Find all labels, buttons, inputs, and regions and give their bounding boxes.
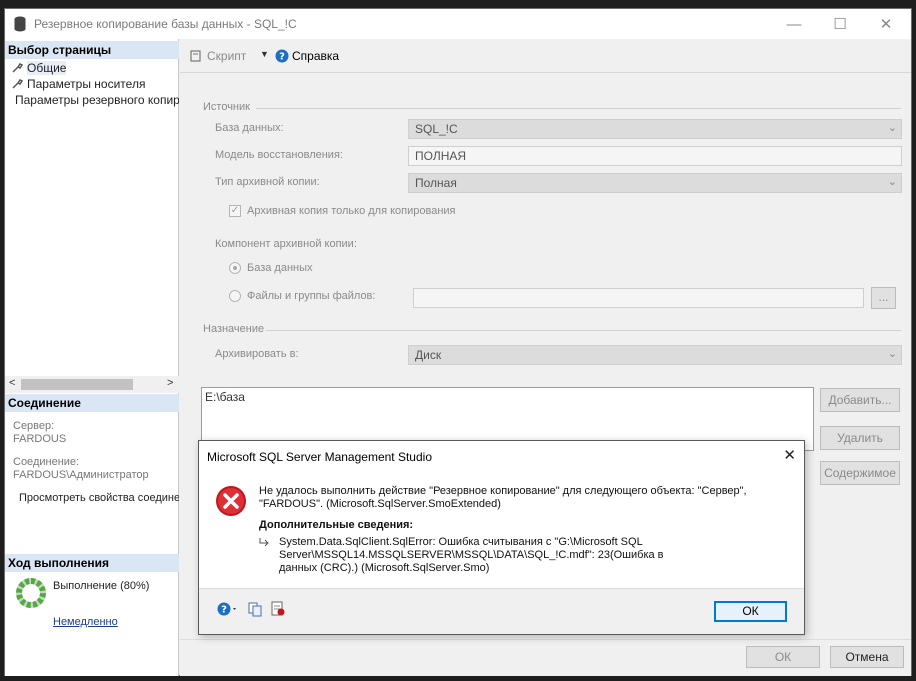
list-item[interactable]: E:\база: [205, 390, 810, 404]
cancel-button[interactable]: Отмена: [830, 646, 904, 668]
radio-database[interactable]: [229, 262, 241, 274]
backup-type-label: Тип архивной копии:: [215, 176, 320, 188]
backup-to-label: Архивировать в:: [215, 348, 299, 360]
svg-text:?: ?: [221, 605, 227, 616]
script-label: Скрипт: [207, 49, 247, 63]
source-group-label: Источник: [203, 101, 250, 113]
database-combo[interactable]: SQL_!C ⌄: [408, 119, 902, 139]
progress-spinner-icon: [16, 578, 46, 608]
left-panel: Выбор страницы Общие Параметры носителя …: [5, 39, 179, 676]
wrench-icon: [12, 63, 23, 73]
browse-files-button[interactable]: ...: [871, 287, 896, 309]
copy-icon[interactable]: [247, 601, 263, 617]
error-dialog: Microsoft SQL Server Management Studio ✕…: [198, 440, 805, 635]
scroll-right-icon[interactable]: >: [167, 377, 173, 389]
database-icon: [14, 16, 26, 32]
connection-header: Соединение: [5, 394, 179, 412]
maximize-button[interactable]: ☐: [817, 9, 863, 39]
connection-label: Соединение:: [13, 456, 80, 468]
backup-to-value: Диск: [415, 348, 442, 362]
server-value: FARDOUS: [13, 433, 67, 445]
additional-info-heading: Дополнительные сведения:: [259, 519, 414, 531]
progress-header: Ход выполнения: [5, 554, 179, 572]
database-value: SQL_!C: [415, 122, 458, 136]
radio-database-label: База данных: [247, 262, 313, 274]
scroll-thumb[interactable]: [21, 379, 133, 390]
error-dialog-title-bar: Microsoft SQL Server Management Studio ✕: [199, 441, 804, 471]
database-label: База данных:: [215, 122, 284, 134]
window-title: Резервное копирование базы данных - SQL_…: [34, 17, 297, 31]
progress-text: Выполнение (80%): [53, 580, 150, 592]
recovery-model-field[interactable]: ПОЛНАЯ: [408, 146, 902, 166]
error-detail: System.Data.SqlClient.SqlError: Ошибка с…: [279, 536, 664, 574]
view-connection-properties-label: Просмотреть свойства соединения: [19, 492, 179, 504]
destination-divider: [266, 330, 901, 331]
error-message: Не удалось выполнить действие "Резервное…: [259, 485, 747, 510]
error-dialog-body: Не удалось выполнить действие "Резервное…: [199, 471, 804, 589]
close-button[interactable]: ✕: [863, 9, 909, 39]
source-divider: [256, 108, 901, 109]
ok-button[interactable]: ОК: [746, 646, 820, 668]
title-bar: Резервное копирование базы данных - SQL_…: [5, 9, 911, 39]
pages-scrollbar[interactable]: < >: [5, 376, 179, 393]
copy-only-checkbox[interactable]: ✓: [229, 205, 241, 217]
files-field[interactable]: [413, 288, 864, 308]
toolbar: Скрипт ▼ ? Справка: [180, 39, 911, 73]
pages-header: Выбор страницы: [5, 41, 179, 59]
script-icon: [190, 50, 201, 62]
stop-now-link[interactable]: Немедленно: [53, 616, 118, 628]
radio-files-label: Файлы и группы файлов:: [247, 290, 376, 302]
page-media-options[interactable]: Параметры носителя: [11, 76, 145, 92]
help-icon: ?: [275, 49, 289, 63]
remove-button[interactable]: Удалить: [820, 426, 900, 450]
server-label: Сервер:: [13, 420, 55, 432]
page-general[interactable]: Общие: [11, 60, 67, 76]
page-backup-options-label: Параметры резервного копирования: [15, 93, 179, 107]
footer-bar: ОК Отмена: [180, 639, 911, 676]
help-icon[interactable]: ?: [217, 601, 239, 617]
chevron-down-icon: ⌄: [887, 122, 897, 134]
view-connection-properties[interactable]: Просмотреть свойства соединения: [13, 492, 179, 504]
help-button[interactable]: ? Справка: [275, 49, 339, 63]
help-label: Справка: [292, 49, 340, 63]
dialog-close-icon[interactable]: ✕: [783, 446, 796, 464]
page-media-options-label: Параметры носителя: [27, 77, 146, 91]
backup-type-value: Полная: [415, 176, 457, 190]
destination-group-label: Назначение: [203, 323, 265, 335]
script-button[interactable]: Скрипт: [189, 49, 246, 63]
scroll-left-icon[interactable]: <: [9, 377, 15, 389]
page-backup-options[interactable]: Параметры резервного копирования: [11, 92, 179, 108]
arrow-right-icon: [259, 538, 269, 547]
error-dialog-title: Microsoft SQL Server Management Studio: [207, 450, 432, 464]
contents-button[interactable]: Содержимое: [820, 461, 900, 485]
radio-files[interactable]: [229, 290, 241, 302]
copy-only-label: Архивная копия только для копирования: [247, 205, 456, 217]
svg-text:?: ?: [279, 52, 285, 63]
component-label: Компонент архивной копии:: [215, 238, 357, 250]
recovery-model-label: Модель восстановления:: [215, 149, 343, 161]
dialog-ok-button[interactable]: ОК: [714, 601, 787, 622]
wrench-icon: [12, 79, 23, 89]
add-button[interactable]: Добавить...: [820, 388, 900, 412]
chevron-down-icon: ⌄: [887, 348, 897, 360]
backup-to-combo[interactable]: Диск ⌄: [408, 345, 902, 365]
backup-type-combo[interactable]: Полная ⌄: [408, 173, 902, 193]
page-general-label: Общие: [27, 61, 67, 75]
error-icon: [216, 486, 246, 516]
technical-details-icon[interactable]: [270, 601, 286, 617]
minimize-button[interactable]: —: [771, 9, 817, 39]
script-dropdown-icon[interactable]: ▼: [260, 49, 269, 59]
chevron-down-icon: ⌄: [887, 176, 897, 188]
connection-value: FARDOUS\Администратор: [13, 469, 149, 481]
